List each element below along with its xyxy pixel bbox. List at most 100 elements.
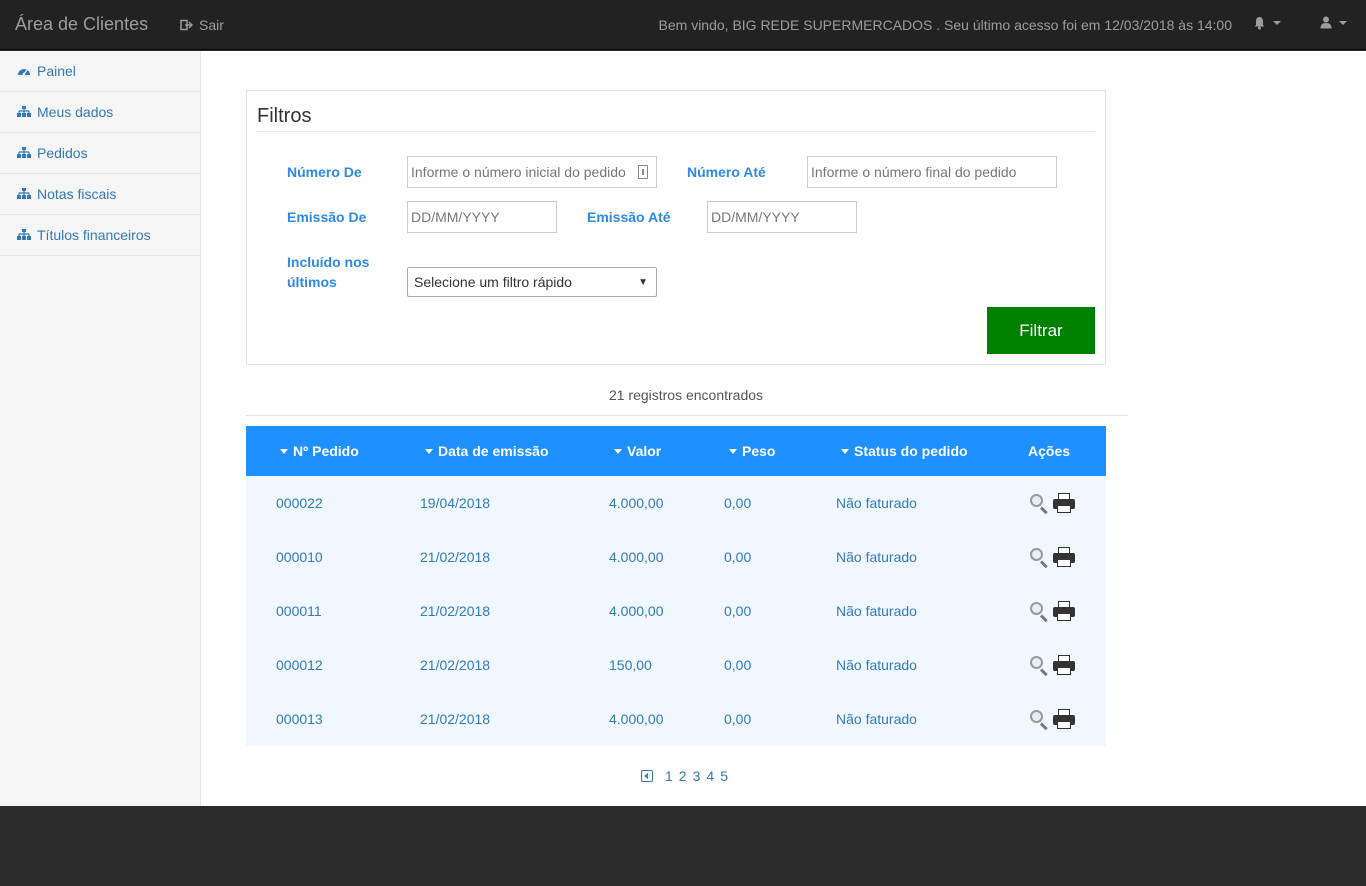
table-row: 000022 19/04/2018 4.000,00 0,00 Não fatu… [246, 476, 1106, 530]
first-page-icon[interactable] [641, 770, 653, 782]
emissao-de-label: Emissão De [287, 209, 367, 225]
page-link-1[interactable]: 1 [665, 768, 673, 784]
cell-valor: 150,00 [609, 657, 652, 673]
logout-link[interactable]: Sair [180, 17, 224, 33]
header-peso[interactable]: Peso [729, 443, 775, 459]
magnifier-icon[interactable] [1028, 600, 1050, 623]
sidebar-item-label: Pedidos [37, 145, 88, 161]
row-actions [1028, 492, 1076, 515]
header-emissao[interactable]: Data de emissão [425, 443, 549, 459]
cell-pedido[interactable]: 000011 [276, 603, 322, 619]
sitemap-icon [17, 229, 31, 240]
printer-icon[interactable] [1052, 546, 1076, 568]
header-valor[interactable]: Valor [614, 443, 661, 459]
sidebar-item-label: Notas fiscais [37, 186, 117, 202]
cell-peso: 0,00 [724, 603, 752, 619]
emissao-de-input[interactable]: DD/MM/YYYY [407, 201, 557, 233]
numero-ate-placeholder: Informe o número final do pedido [811, 164, 1017, 180]
cell-emissao: 21/02/2018 [420, 711, 491, 727]
sort-caret-icon [841, 448, 849, 454]
page-link-3[interactable]: 3 [693, 768, 701, 784]
caret-down-icon [1273, 21, 1281, 25]
numero-de-input[interactable]: Informe o número inicial do pedido [407, 156, 657, 188]
sidebar-item-meus-dados[interactable]: Meus dados [0, 92, 200, 133]
sidebar-item-titulos-financeiros[interactable]: Títulos financeiros [0, 215, 200, 256]
printer-icon[interactable] [1052, 492, 1076, 514]
page-link-2[interactable]: 2 [679, 768, 687, 784]
printer-icon[interactable] [1052, 654, 1076, 676]
cell-valor: 4.000,00 [609, 711, 664, 727]
numero-ate-input[interactable]: Informe o número final do pedido [807, 156, 1057, 188]
filters-panel: Filtros Número De Informe o número inici… [246, 90, 1106, 365]
incluido-label-line2: últimos [287, 274, 337, 290]
printer-icon[interactable] [1052, 600, 1076, 622]
table-row: 000011 21/02/2018 4.000,00 0,00 Não fatu… [246, 584, 1106, 638]
cell-valor: 4.000,00 [609, 495, 664, 511]
row-actions [1028, 654, 1076, 677]
cell-peso: 0,00 [724, 495, 752, 511]
cell-pedido[interactable]: 000012 [276, 657, 323, 673]
cell-emissao: 21/02/2018 [420, 549, 491, 565]
cell-status: Não faturado [836, 711, 917, 727]
table-header: Nº Pedido Data de emissão Valor Peso Sta… [246, 426, 1106, 476]
sitemap-icon [17, 106, 31, 117]
cell-emissao: 21/02/2018 [420, 657, 491, 673]
cell-emissao: 21/02/2018 [420, 603, 491, 619]
quick-filter-select[interactable]: Selecione um filtro rápido ▼ [407, 267, 657, 297]
cell-status: Não faturado [836, 657, 917, 673]
numero-ate-label: Número Até [687, 164, 766, 180]
sidebar-item-notas-fiscais[interactable]: Notas fiscais [0, 174, 200, 215]
header-label: Status do pedido [854, 443, 968, 459]
dashboard-icon [18, 69, 30, 76]
sidebar-item-pedidos[interactable]: Pedidos [0, 133, 200, 174]
cell-pedido[interactable]: 000013 [276, 711, 323, 727]
welcome-message: Bem vindo, BIG REDE SUPERMERCADOS . Seu … [658, 17, 1232, 33]
numero-de-placeholder: Informe o número inicial do pedido [411, 164, 626, 180]
notifications-dropdown[interactable] [1253, 16, 1281, 30]
records-count: 21 registros encontrados [608, 387, 764, 403]
magnifier-icon[interactable] [1028, 492, 1050, 515]
magnifier-icon[interactable] [1028, 546, 1050, 569]
bell-icon [1254, 17, 1265, 30]
header-acoes: Ações [1028, 443, 1070, 459]
brand-title[interactable]: Área de Clientes [15, 14, 148, 35]
user-dropdown[interactable] [1320, 16, 1347, 29]
sidebar-item-painel[interactable]: Painel [0, 51, 200, 92]
header-status[interactable]: Status do pedido [841, 443, 968, 459]
sidebar-item-label: Títulos financeiros [37, 227, 151, 243]
cell-peso: 0,00 [724, 549, 752, 565]
magnifier-icon[interactable] [1028, 654, 1050, 677]
sitemap-icon [17, 147, 31, 158]
numero-de-label: Número De [287, 164, 362, 180]
emissao-ate-input[interactable]: DD/MM/YYYY [707, 201, 857, 233]
table-body: 000022 19/04/2018 4.000,00 0,00 Não fatu… [246, 476, 1106, 746]
cell-peso: 0,00 [724, 657, 752, 673]
dropdown-arrow-icon: ▼ [638, 276, 648, 288]
page-link-4[interactable]: 4 [706, 768, 714, 784]
quick-filter-value: Selecione um filtro rápido [414, 274, 572, 290]
filter-button[interactable]: Filtrar [987, 307, 1095, 354]
cell-status: Não faturado [836, 495, 917, 511]
sort-caret-icon [614, 448, 622, 454]
table-row: 000010 21/02/2018 4.000,00 0,00 Não fatu… [246, 530, 1106, 584]
magnifier-icon[interactable] [1028, 708, 1050, 731]
header-label: Data de emissão [438, 443, 549, 459]
caret-down-icon [1339, 20, 1347, 25]
page-link-5[interactable]: 5 [720, 768, 728, 784]
cell-pedido[interactable]: 000010 [276, 549, 323, 565]
cell-peso: 0,00 [724, 711, 752, 727]
filters-title: Filtros [257, 105, 312, 127]
cell-valor: 4.000,00 [609, 549, 664, 565]
logout-label: Sair [199, 17, 224, 33]
header-pedido[interactable]: Nº Pedido [280, 443, 359, 459]
incluido-label-line1: Incluído nos [287, 254, 370, 270]
cell-pedido[interactable]: 000022 [276, 495, 323, 511]
sign-out-icon [180, 19, 193, 31]
printer-icon[interactable] [1052, 708, 1076, 730]
sidebar: Painel Meus dados Pedidos Notas fiscais … [0, 51, 201, 806]
table-row: 000012 21/02/2018 150,00 0,00 Não fatura… [246, 638, 1106, 692]
sort-caret-icon [729, 448, 737, 454]
field-helper-icon [638, 165, 648, 179]
incluido-label: Incluído nos últimos [287, 252, 369, 292]
cell-status: Não faturado [836, 603, 917, 619]
